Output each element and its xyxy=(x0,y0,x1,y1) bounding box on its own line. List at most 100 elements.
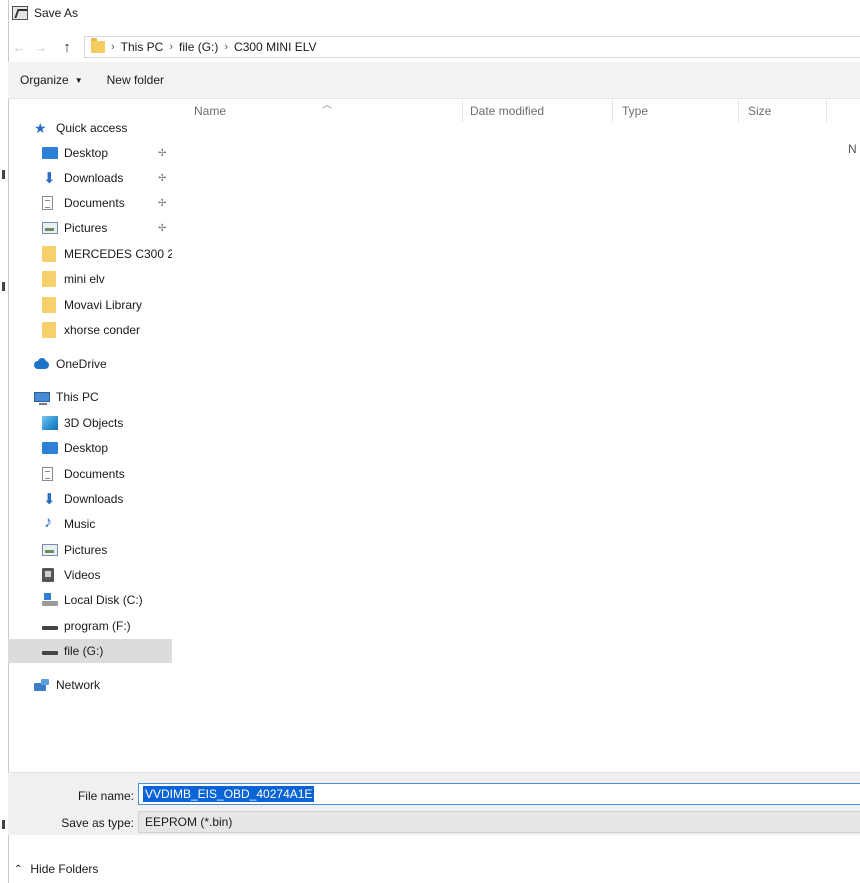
quick-access-star-icon: ★ xyxy=(34,120,47,136)
sidebar-item-onedrive[interactable]: OneDrive xyxy=(8,352,172,376)
title-bar: Save As xyxy=(8,0,860,26)
file-name-value[interactable]: VVDIMB_EIS_OBD_40274A1E xyxy=(143,786,315,802)
save-type-select[interactable]: EEPROM (*.bin) xyxy=(138,811,860,833)
breadcrumb-c300-mini-elv[interactable]: C300 MINI ELV xyxy=(234,40,316,54)
pictures-icon xyxy=(42,544,58,556)
sidebar-item-label: mini elv xyxy=(64,272,105,286)
sidebar-item-label: Network xyxy=(56,678,101,692)
folder-icon xyxy=(91,38,105,53)
column-divider[interactable] xyxy=(612,100,613,122)
sidebar-item-videos[interactable]: Videos xyxy=(8,563,172,587)
sidebar-item-music[interactable]: Music xyxy=(8,512,172,536)
sidebar-item-downloads[interactable]: Downloads ✢ xyxy=(8,166,172,190)
sidebar-item-label: Local Disk (C:) xyxy=(64,593,143,607)
forward-arrow-icon[interactable]: → xyxy=(30,36,52,58)
empty-folder-text: N xyxy=(848,142,857,156)
sidebar-item-label: Downloads xyxy=(64,171,124,185)
save-type-value: EEPROM (*.bin) xyxy=(145,815,233,829)
documents-icon xyxy=(42,467,53,481)
drive-icon xyxy=(42,619,58,633)
drive-icon xyxy=(42,644,58,658)
sidebar-item-network[interactable]: Network xyxy=(8,673,172,697)
sidebar-item-label: Documents xyxy=(64,196,125,210)
back-arrow-icon[interactable]: ← xyxy=(8,36,30,58)
sidebar-item-documents[interactable]: Documents ✢ xyxy=(8,191,172,215)
folder-icon xyxy=(42,271,56,287)
sidebar-item-pc-documents[interactable]: Documents xyxy=(8,462,172,486)
pin-icon[interactable]: ✢ xyxy=(158,173,166,184)
local-disk-icon xyxy=(42,593,58,607)
sidebar-item-label: xhorse conder xyxy=(64,323,141,337)
pin-icon[interactable]: ✢ xyxy=(158,198,166,209)
file-list-header: ︿ Name Date modified Type Size xyxy=(186,100,860,122)
sidebar-item-label: Videos xyxy=(64,568,101,582)
column-divider[interactable] xyxy=(738,100,739,122)
sidebar-item-label: 3D Objects xyxy=(64,416,124,430)
sidebar-item-program-f[interactable]: program (F:) xyxy=(8,614,172,638)
folder-icon xyxy=(42,322,56,338)
sidebar-item-label: program (F:) xyxy=(64,619,131,633)
up-arrow-icon[interactable]: ↑ xyxy=(56,36,78,58)
file-name-label: File name: xyxy=(77,789,134,803)
sidebar-item-quick-access[interactable]: ★ Quick access xyxy=(8,116,172,140)
new-folder-label: New folder xyxy=(106,73,164,87)
column-header-date-modified[interactable]: Date modified xyxy=(470,104,544,118)
sidebar-item-pc-downloads[interactable]: Downloads xyxy=(8,487,172,511)
breadcrumb-this-pc[interactable]: This PC xyxy=(121,40,164,54)
desktop-icon xyxy=(42,442,58,454)
desktop-icon xyxy=(42,147,58,159)
sidebar-item-xhorse-conder[interactable]: xhorse conder xyxy=(8,318,172,342)
sidebar-item-movavi-library[interactable]: Movavi Library xyxy=(8,293,172,317)
sidebar-item-label: Music xyxy=(64,517,96,531)
videos-icon xyxy=(42,568,54,582)
chevron-right-icon[interactable]: › xyxy=(169,41,173,53)
edge-mark xyxy=(2,282,5,291)
sidebar-item-label: Desktop xyxy=(64,146,109,160)
chevron-right-icon[interactable]: › xyxy=(111,41,115,53)
sidebar-item-mini-elv[interactable]: mini elv xyxy=(8,267,172,291)
sidebar-item-pictures[interactable]: Pictures ✢ xyxy=(8,216,172,240)
organize-button[interactable]: Organize ▼ xyxy=(8,73,95,87)
save-options-panel: File name: VVDIMB_EIS_OBD_40274A1E Save … xyxy=(8,772,860,835)
organize-label: Organize xyxy=(20,73,69,87)
music-icon xyxy=(42,514,58,532)
chevron-right-icon[interactable]: › xyxy=(224,41,228,53)
sidebar-item-pc-pictures[interactable]: Pictures xyxy=(8,538,172,562)
sidebar-item-this-pc[interactable]: This PC xyxy=(8,385,172,409)
window-title: Save As xyxy=(34,6,79,20)
pin-icon[interactable]: ✢ xyxy=(158,223,166,234)
sidebar-item-label: Quick access xyxy=(56,121,128,135)
column-divider[interactable] xyxy=(826,100,827,122)
pictures-icon xyxy=(42,222,58,234)
network-icon xyxy=(34,678,50,692)
edge-mark xyxy=(2,820,5,829)
sidebar-item-file-g[interactable]: file (G:) xyxy=(8,639,172,663)
breadcrumb-file-g[interactable]: file (G:) xyxy=(179,40,218,54)
navigation-pane[interactable]: ★ Quick access Desktop ✢ Downloads ✢ Doc… xyxy=(8,108,176,708)
sidebar-item-desktop[interactable]: Desktop ✢ xyxy=(8,141,172,165)
column-header-type[interactable]: Type xyxy=(622,104,648,118)
edge-mark xyxy=(2,170,5,179)
sidebar-item-label: Pictures xyxy=(64,543,108,557)
sidebar-item-3d-objects[interactable]: 3D Objects xyxy=(8,411,172,435)
sidebar-item-mercedes-c300[interactable]: MERCEDES C300 20 xyxy=(8,242,172,266)
column-header-name[interactable]: Name xyxy=(194,104,226,118)
sidebar-item-label: Desktop xyxy=(64,441,109,455)
sidebar-item-pc-desktop[interactable]: Desktop xyxy=(8,436,172,460)
sidebar-item-local-disk-c[interactable]: Local Disk (C:) xyxy=(8,588,172,612)
pin-icon[interactable]: ✢ xyxy=(158,148,166,159)
save-type-label: Save as type: xyxy=(61,816,134,830)
documents-icon xyxy=(42,196,53,210)
sidebar-item-label: Documents xyxy=(64,467,125,481)
file-name-input[interactable]: VVDIMB_EIS_OBD_40274A1E xyxy=(138,783,860,805)
save-as-icon xyxy=(12,6,28,20)
folder-icon xyxy=(42,246,56,262)
new-folder-button[interactable]: New folder xyxy=(95,73,176,87)
hide-folders-button[interactable]: ⌃ Hide Folders xyxy=(14,862,98,876)
column-header-size[interactable]: Size xyxy=(748,104,771,118)
sidebar-item-label: Downloads xyxy=(64,492,124,506)
sidebar-item-label: Movavi Library xyxy=(64,298,143,312)
column-divider[interactable] xyxy=(462,100,463,122)
address-bar[interactable]: › This PC › file (G:) › C300 MINI ELV xyxy=(84,36,860,58)
chevron-up-icon: ⌃ xyxy=(14,863,23,875)
